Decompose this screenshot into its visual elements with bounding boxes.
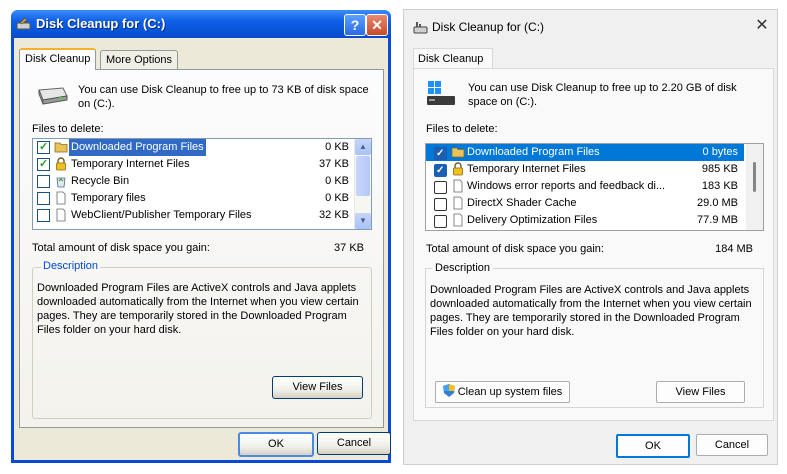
file-name: Downloaded Program Files <box>69 139 206 156</box>
help-button[interactable]: ? <box>344 14 366 36</box>
file-size: 0 KB <box>325 141 349 153</box>
xp-disk-cleanup-window: Disk Cleanup for (C:) ? ✕ Disk Cleanup M… <box>11 10 391 463</box>
list-item[interactable]: Temporary Internet Files 985 KB <box>426 161 744 179</box>
folder-icon <box>54 140 68 154</box>
document-icon <box>451 179 463 193</box>
file-name: Recycle Bin <box>71 175 130 187</box>
file-checkbox[interactable] <box>37 156 50 173</box>
file-name: Downloaded Program Files <box>467 146 600 158</box>
scroll-down-icon[interactable]: ▼ <box>355 213 371 229</box>
win11-description-text: Downloaded Program Files are ActiveX con… <box>430 284 752 338</box>
list-item[interactable]: Delivery Optimization Files 77.9 MB <box>426 212 744 229</box>
disk-cleanup-icon <box>16 17 31 30</box>
xp-window-title: Disk Cleanup for (C:) <box>36 16 166 31</box>
list-item[interactable]: Windows error reports and feedback di...… <box>426 178 744 195</box>
xp-tab-panel: You can use Disk Cleanup to free up to 7… <box>19 69 384 428</box>
document-icon <box>54 208 68 222</box>
cancel-button[interactable]: Cancel <box>696 434 768 456</box>
file-name: DirectX Shader Cache <box>467 197 577 209</box>
xp-list-scrollbar[interactable]: ▲ ▼ <box>354 139 371 229</box>
windows-drive-icon <box>427 81 455 105</box>
hard-drive-icon <box>38 87 68 105</box>
scroll-thumb[interactable] <box>356 156 370 196</box>
ok-button[interactable]: OK <box>616 434 690 458</box>
xp-dialog-body: Disk Cleanup More Options You can use Di… <box>14 38 391 460</box>
tab-more-options[interactable]: More Options <box>100 50 179 69</box>
win11-window-title: Disk Cleanup for (C:) <box>432 20 545 34</box>
file-size: 183 KB <box>701 180 738 192</box>
file-size: 0 KB <box>325 175 349 187</box>
xp-total-label: Total amount of disk space you gain: <box>32 242 210 254</box>
list-item[interactable]: DirectX Shader Cache 29.0 MB <box>426 195 744 212</box>
win11-total-label: Total amount of disk space you gain: <box>426 243 604 255</box>
list-item[interactable]: Temporary Internet Files 37 KB <box>33 156 355 173</box>
file-size: 29.0 MB <box>697 197 738 209</box>
file-size: 0 bytes <box>702 146 738 158</box>
document-icon <box>451 213 463 227</box>
file-name: WebClient/Publisher Temporary Files <box>71 209 252 221</box>
ok-button[interactable]: OK <box>238 432 314 457</box>
file-name: Temporary Internet Files <box>71 158 190 170</box>
file-checkbox[interactable] <box>434 181 447 194</box>
scroll-up-icon[interactable]: ▲ <box>355 139 371 155</box>
clean-up-label: Clean up system files <box>457 386 563 398</box>
list-item[interactable]: WebClient/Publisher Temporary Files 32 KB <box>33 207 355 224</box>
list-item[interactable]: Recycle Bin 0 KB <box>33 173 355 190</box>
win11-intro-text: You can use Disk Cleanup to free up to 2… <box>468 82 737 108</box>
scroll-thumb[interactable] <box>753 162 756 192</box>
file-checkbox[interactable] <box>434 162 447 179</box>
file-checkbox[interactable] <box>434 198 447 211</box>
view-files-button[interactable]: View Files <box>656 381 745 403</box>
xp-files-to-delete-label: Files to delete: <box>32 123 104 135</box>
file-size: 77.9 MB <box>697 214 738 226</box>
file-name: Temporary files <box>71 192 146 204</box>
win11-tab-panel: You can use Disk Cleanup to free up to 2… <box>413 68 774 421</box>
uac-shield-icon <box>442 384 455 397</box>
document-icon <box>54 191 68 205</box>
list-item[interactable]: Downloaded Program Files 0 bytes <box>426 144 744 162</box>
file-name: Temporary Internet Files <box>467 163 586 175</box>
file-checkbox[interactable] <box>37 139 50 156</box>
disk-cleanup-icon <box>413 22 428 34</box>
file-size: 985 KB <box>701 163 738 175</box>
clean-up-system-files-button[interactable]: Clean up system files <box>435 381 570 403</box>
win11-files-list[interactable]: Downloaded Program Files 0 bytes Temporary… <box>425 143 764 231</box>
file-checkbox[interactable] <box>434 215 447 228</box>
xp-intro-text: You can use Disk Cleanup to free up to 7… <box>78 84 369 110</box>
document-icon <box>451 196 463 210</box>
tab-disk-cleanup[interactable]: Disk Cleanup <box>19 48 97 70</box>
close-icon[interactable]: ✕ <box>754 16 770 36</box>
xp-description-label: Description <box>41 260 101 272</box>
lock-icon <box>54 157 68 171</box>
xp-files-list[interactable]: Downloaded Program Files 0 KB Temporary In… <box>32 138 372 230</box>
lock-icon <box>451 162 463 176</box>
close-button[interactable]: ✕ <box>366 14 388 36</box>
view-files-button[interactable]: View Files <box>272 376 363 399</box>
cancel-button[interactable]: Cancel <box>317 432 391 455</box>
folder-icon <box>451 145 465 159</box>
xp-description-text: Downloaded Program Files are ActiveX con… <box>37 282 359 336</box>
xp-title-bar[interactable]: Disk Cleanup for (C:) ? ✕ <box>11 10 391 38</box>
xp-total-value: 37 KB <box>334 242 364 254</box>
file-checkbox[interactable] <box>37 192 50 205</box>
file-size: 32 KB <box>319 209 349 221</box>
win11-disk-cleanup-window: Disk Cleanup for (C:) ✕ Disk Cleanup You… <box>403 9 778 465</box>
list-item[interactable]: Temporary files 0 KB <box>33 190 355 207</box>
recycle-bin-icon <box>54 174 68 188</box>
file-size: 0 KB <box>325 192 349 204</box>
file-checkbox[interactable] <box>37 175 50 188</box>
tab-disk-cleanup[interactable]: Disk Cleanup <box>413 48 493 69</box>
file-checkbox[interactable] <box>434 145 447 162</box>
file-name: Delivery Optimization Files <box>467 214 598 226</box>
file-size: 37 KB <box>319 158 349 170</box>
win11-files-to-delete-label: Files to delete: <box>426 123 498 135</box>
list-item[interactable]: Downloaded Program Files 0 KB <box>33 139 355 156</box>
win11-total-value: 184 MB <box>715 243 753 255</box>
win11-description-label: Description <box>432 262 494 274</box>
file-checkbox[interactable] <box>37 209 50 222</box>
file-name: Windows error reports and feedback di... <box>467 180 666 192</box>
win11-list-scrollbar[interactable] <box>746 144 763 230</box>
